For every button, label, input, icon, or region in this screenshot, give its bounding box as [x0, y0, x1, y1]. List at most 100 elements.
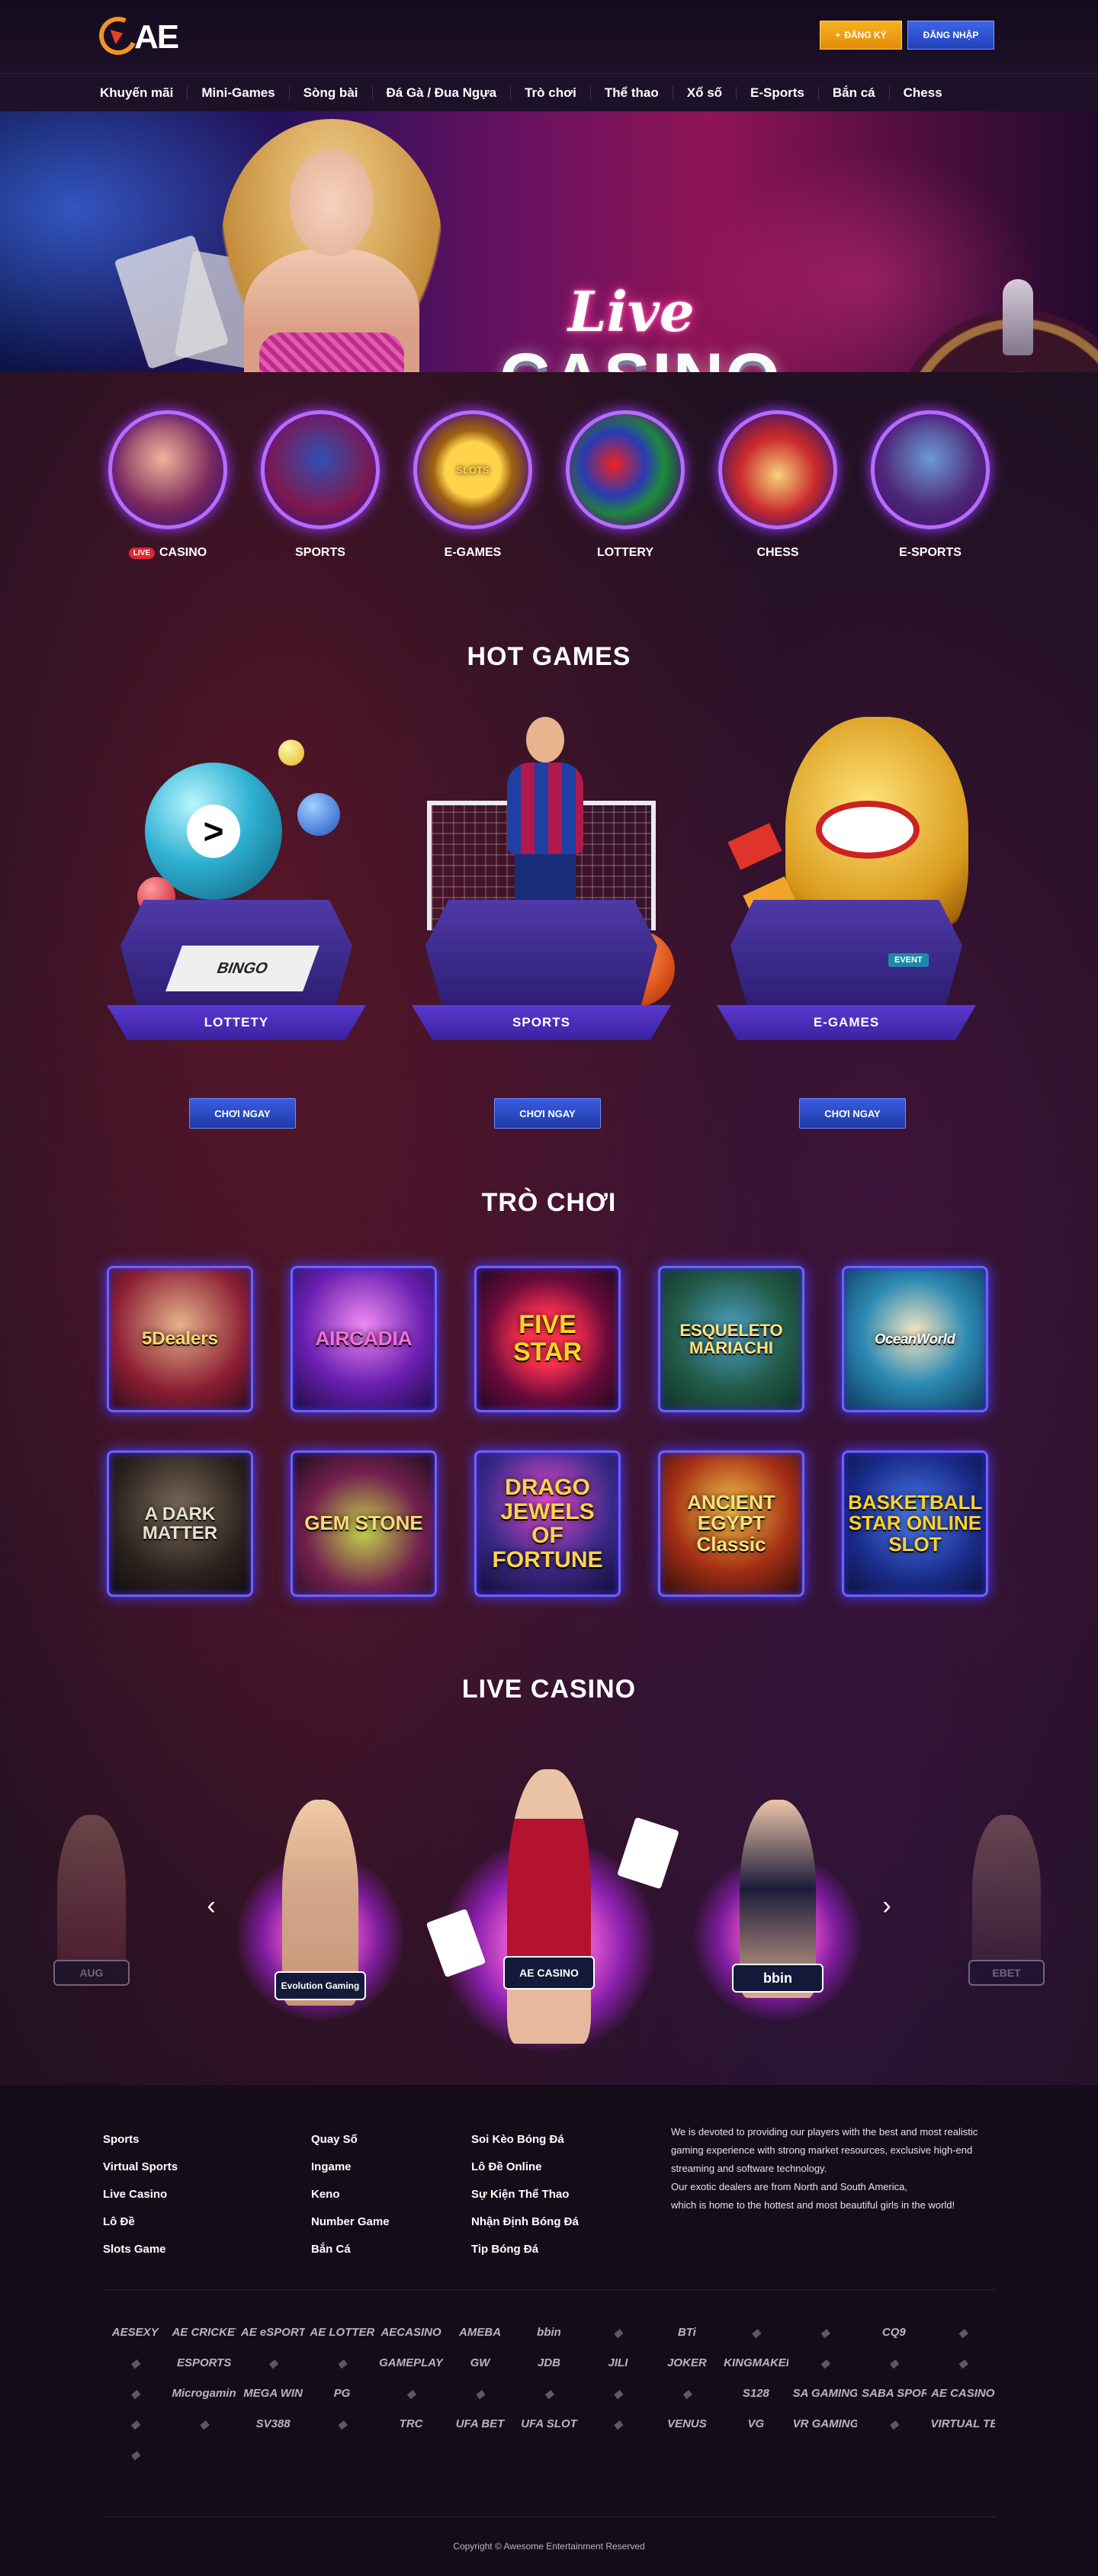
partner-logo: AMEBA	[459, 2326, 502, 2339]
esports-category-image	[871, 410, 990, 529]
footer-link[interactable]: Keno	[311, 2181, 390, 2208]
game-tile-title: AIRCADIA	[315, 1327, 413, 1351]
dealer-card[interactable]: Evolution Gaming	[229, 1800, 412, 2028]
partner-logo: VENUS	[667, 2417, 707, 2430]
category-egames[interactable]: SLOTS E-GAMES	[412, 410, 534, 578]
banner-title: CASINO	[499, 339, 782, 372]
footer-link[interactable]: Tip Bóng Đá	[471, 2236, 579, 2263]
nav-item-games[interactable]: Trò chơi	[511, 85, 591, 100]
register-label: ĐĂNG KÝ	[844, 30, 887, 40]
provider-logo: EBET	[968, 1960, 1045, 1986]
game-tile[interactable]: BASKETBALL STAR ONLINE SLOT	[842, 1450, 988, 1597]
hot-game-lottery[interactable]: > BINGO LOTTETY CHƠI NGAY	[107, 702, 366, 1129]
game-tile-title: OceanWorld	[875, 1331, 955, 1347]
partner-logo: JDB	[537, 2356, 560, 2369]
partner-logo: ◆	[820, 2357, 830, 2370]
partner-logo: VIRTUAL TECH	[930, 2417, 995, 2430]
game-tile[interactable]: AIRCADIA	[291, 1266, 437, 1412]
footer-link[interactable]: Number Game	[311, 2208, 390, 2236]
play-now-button[interactable]: CHƠI NGAY	[799, 1098, 906, 1129]
nav-item-fishing[interactable]: Bắn cá	[819, 85, 890, 100]
partner-logo: MEGA WIN	[243, 2387, 303, 2400]
game-tile[interactable]: A DARK MATTER	[107, 1450, 253, 1597]
footer-link[interactable]: Slots Game	[103, 2236, 178, 2263]
game-tile[interactable]: DRAGO JEWELS OF FORTUNE	[474, 1450, 621, 1597]
game-tile-title: 5Dealers	[141, 1328, 219, 1350]
register-button[interactable]: + ĐĂNG KÝ	[820, 21, 902, 50]
footer-link[interactable]: Sports	[103, 2126, 178, 2154]
chevron-right-icon[interactable]: ›	[875, 1893, 898, 1919]
partner-logo: TRC	[399, 2417, 423, 2430]
hot-game-stage: BINGO	[120, 900, 352, 1014]
game-tile[interactable]: FIVE STAR	[474, 1266, 621, 1412]
logo[interactable]: AE	[93, 11, 206, 61]
game-tile[interactable]: OceanWorld	[842, 1266, 988, 1412]
copyright: Copyright © Awesome Entertainment Reserv…	[453, 2541, 645, 2552]
partner-logo: CQ9	[881, 2326, 906, 2339]
footer-link[interactable]: Lô Đề Online	[471, 2154, 579, 2181]
nav-item-casino[interactable]: Sòng bài	[290, 85, 373, 100]
hot-game-egames[interactable]: EVENT E-GAMES CHƠI NGAY	[717, 702, 976, 1129]
footer-link[interactable]: Sự Kiện Thể Thao	[471, 2181, 579, 2208]
game-tile[interactable]: GEM STONE	[291, 1450, 437, 1597]
partner-logo: ◆	[475, 2388, 485, 2401]
nav-item-chess[interactable]: Chess	[890, 85, 956, 100]
hot-game-label: LOTTETY	[107, 1005, 366, 1040]
play-now-button[interactable]: CHƠI NGAY	[189, 1098, 296, 1129]
game-tile-title: ESQUELETO MARIACHI	[679, 1320, 783, 1357]
game-tile-title: A DARK MATTER	[142, 1503, 218, 1543]
play-now-button[interactable]: CHƠI NGAY	[494, 1098, 601, 1129]
nav-item-promotions[interactable]: Khuyến mãi	[86, 85, 188, 100]
hero-banner[interactable]: Live CASINO	[0, 111, 1098, 372]
footer-link[interactable]: Bắn Cá	[311, 2236, 390, 2263]
partner-logo: ◆	[406, 2388, 416, 2401]
partner-logo: S128	[742, 2387, 769, 2400]
partner-logo: ◆	[544, 2388, 554, 2401]
plus-icon: +	[835, 30, 841, 40]
nav-item-esports[interactable]: E-Sports	[737, 85, 819, 100]
nav-item-lottery[interactable]: Xổ số	[673, 85, 737, 100]
nav-item-mini-games[interactable]: Mini-Games	[188, 85, 290, 100]
category-label: CHESS	[756, 546, 799, 559]
partner-logo: ◆	[682, 2388, 692, 2401]
category-label: CASINO	[159, 546, 207, 559]
partner-logo: bbin	[537, 2326, 561, 2339]
category-chess[interactable]: CHESS	[717, 410, 839, 578]
footer-column: Soi Kèo Bóng Đá Lô Đề Online Sự Kiện Thể…	[471, 2126, 579, 2263]
category-sports[interactable]: SPORTS	[259, 410, 381, 578]
slots-category-image: SLOTS	[413, 410, 532, 529]
footer-link[interactable]: Soi Kèo Bóng Đá	[471, 2126, 579, 2154]
category-lottery[interactable]: LOTTERY	[564, 410, 686, 578]
footer-link[interactable]: Nhận Định Bóng Đá	[471, 2208, 579, 2236]
nav-item-cockfight-racing[interactable]: Đá Gà / Đua Ngựa	[373, 85, 512, 100]
dealer-card[interactable]: bbin	[686, 1800, 869, 2028]
game-tile-title: ANCIENT EGYPT Classic	[687, 1491, 775, 1556]
banner-title-script: Live	[568, 279, 695, 344]
dealer-card[interactable]: AUG	[15, 1807, 168, 2021]
chevron-left-icon[interactable]: ‹	[200, 1893, 223, 1919]
dealer-card[interactable]: AE CASINO	[425, 1769, 679, 2059]
nav-item-sports[interactable]: Thể thao	[591, 85, 673, 100]
footer-link[interactable]: Ingame	[311, 2154, 390, 2181]
game-tile-title: DRAGO JEWELS OF FORTUNE	[492, 1475, 603, 1572]
chess-category-image	[718, 410, 837, 529]
footer-link[interactable]: Lô Đề	[103, 2208, 178, 2236]
category-esports[interactable]: E-SPORTS	[869, 410, 991, 578]
partner-logo: GW	[470, 2356, 490, 2369]
game-tile[interactable]: ANCIENT EGYPT Classic	[658, 1450, 804, 1597]
partner-logo: GAMEPLAY	[379, 2356, 444, 2369]
footer-about-text: which is home to the hottest and most be…	[671, 2199, 955, 2211]
footer-link[interactable]: Virtual Sports	[103, 2154, 178, 2181]
footer-link[interactable]: Live Casino	[103, 2181, 178, 2208]
hot-game-sports[interactable]: SPORTS CHƠI NGAY	[412, 702, 675, 1129]
login-button[interactable]: ĐĂNG NHẬP	[907, 21, 994, 50]
footer-link[interactable]: Quay Số	[311, 2126, 390, 2154]
dealer-card[interactable]: EBET	[930, 1807, 1083, 2021]
live-casino-carousel: AUG Evolution Gaming AE CASINO bbin EBET	[0, 1754, 1098, 2074]
game-tile[interactable]: ESQUELETO MARIACHI	[658, 1266, 804, 1412]
category-casino[interactable]: LIVE CASINO	[107, 410, 229, 578]
partner-logo: ◆	[130, 2357, 140, 2370]
game-tile[interactable]: 5Dealers	[107, 1266, 253, 1412]
partner-logo: SA GAMING	[792, 2387, 858, 2400]
event-badge: EVENT	[888, 953, 929, 967]
